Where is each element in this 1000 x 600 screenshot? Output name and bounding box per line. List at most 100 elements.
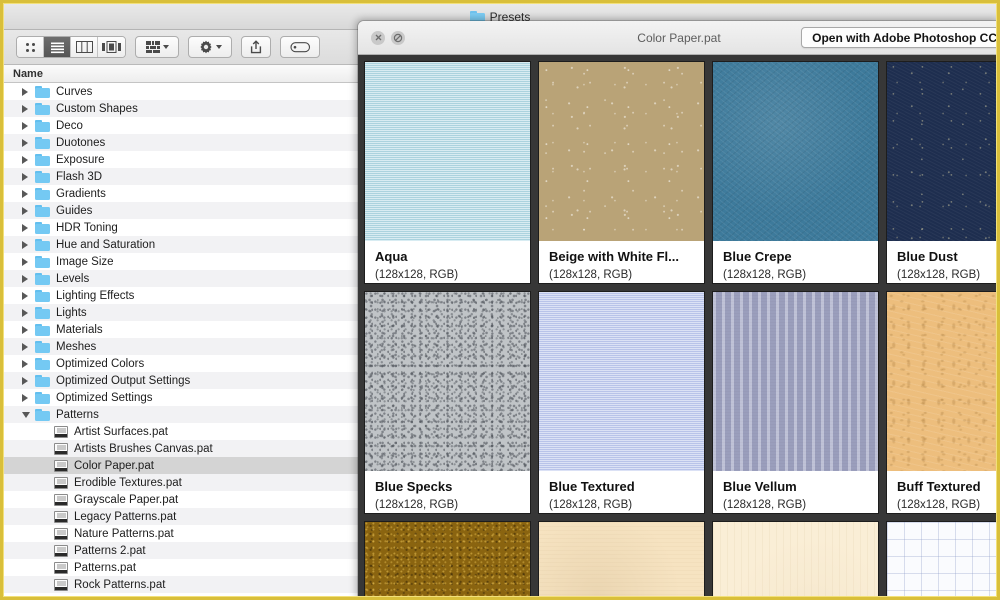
disclosure-triangle-closed[interactable] — [22, 190, 35, 198]
close-circle-icon[interactable] — [371, 31, 385, 45]
chevron-right-icon — [22, 156, 28, 164]
pattern-swatch — [713, 522, 878, 600]
disclosure-triangle-closed[interactable] — [22, 105, 35, 113]
pattern-dimensions: (128x128, RGB) — [375, 499, 520, 511]
coverflow-view-button[interactable] — [98, 37, 125, 57]
icon-view-button[interactable] — [17, 37, 44, 57]
folder-icon — [35, 273, 50, 285]
quicklook-header: Color Paper.pat Open with Adobe Photosho… — [358, 21, 1000, 55]
row-label: Image Size — [56, 256, 114, 268]
chevron-right-icon — [22, 343, 28, 351]
pattern-tile[interactable] — [538, 521, 705, 600]
share-button[interactable] — [241, 36, 271, 58]
share-icon — [250, 40, 262, 54]
pattern-tile[interactable]: Aqua(128x128, RGB) — [364, 61, 531, 284]
disclosure-triangle-closed[interactable] — [22, 394, 35, 402]
row-label: Artists Brushes Canvas.pat — [74, 443, 213, 455]
fullscreen-circle-icon[interactable] — [391, 31, 405, 45]
screenshot-root: Presets — [0, 0, 1000, 600]
pattern-meta: Buff Textured(128x128, RGB) — [887, 471, 1000, 513]
folder-icon — [35, 239, 50, 251]
chevron-right-icon — [22, 139, 28, 147]
list-icon — [50, 41, 65, 54]
pattern-swatch — [713, 62, 878, 241]
disclosure-triangle-closed[interactable] — [22, 224, 35, 232]
row-label: Erodible Textures.pat — [74, 477, 182, 489]
pattern-meta: Blue Specks(128x128, RGB) — [365, 471, 530, 513]
row-label: Optimized Settings — [56, 392, 153, 404]
pattern-name: Blue Vellum — [723, 479, 868, 494]
action-menu-button[interactable] — [188, 36, 232, 58]
pattern-tile[interactable] — [886, 521, 1000, 600]
arrange-button[interactable] — [135, 36, 179, 58]
pattern-tile[interactable]: Blue Textured(128x128, RGB) — [538, 291, 705, 514]
disclosure-triangle-closed[interactable] — [22, 156, 35, 164]
chevron-right-icon — [22, 207, 28, 215]
pattern-tile[interactable]: Blue Vellum(128x128, RGB) — [712, 291, 879, 514]
row-label: Levels — [56, 273, 89, 285]
row-label: Patterns — [56, 409, 99, 421]
pat-file-icon — [54, 596, 68, 597]
disclosure-triangle-closed[interactable] — [22, 275, 35, 283]
disclosure-triangle-closed[interactable] — [22, 139, 35, 147]
disclosure-triangle-closed[interactable] — [22, 309, 35, 317]
pattern-tile[interactable]: Beige with White Fl...(128x128, RGB) — [538, 61, 705, 284]
chevron-right-icon — [22, 122, 28, 130]
disclosure-triangle-closed[interactable] — [22, 207, 35, 215]
row-label: Flash 3D — [56, 171, 102, 183]
column-view-button[interactable] — [71, 37, 98, 57]
folder-icon — [35, 307, 50, 319]
pat-file-icon — [54, 477, 68, 489]
disclosure-triangle-closed[interactable] — [22, 122, 35, 130]
row-label: Lights — [56, 307, 87, 319]
disclosure-triangle-open[interactable] — [22, 412, 35, 418]
pattern-meta: Aqua(128x128, RGB) — [365, 241, 530, 283]
open-with-photoshop-button[interactable]: Open with Adobe Photoshop CC — [801, 27, 1000, 48]
row-label: Color Paper.pat — [74, 460, 154, 472]
pattern-tile[interactable]: Blue Specks(128x128, RGB) — [364, 291, 531, 514]
folder-icon — [35, 375, 50, 387]
pattern-tile[interactable] — [712, 521, 879, 600]
pattern-meta: Blue Crepe(128x128, RGB) — [713, 241, 878, 283]
disclosure-triangle-closed[interactable] — [22, 377, 35, 385]
chevron-right-icon — [22, 326, 28, 334]
pattern-tile[interactable]: Blue Dust(128x128, RGB) — [886, 61, 1000, 284]
folder-icon — [35, 290, 50, 302]
arrange-icon — [146, 41, 160, 53]
coverflow-icon — [102, 41, 121, 53]
chevron-right-icon — [22, 105, 28, 113]
folder-icon — [35, 358, 50, 370]
pattern-name: Beige with White Fl... — [549, 249, 694, 264]
pattern-swatch — [365, 292, 530, 471]
list-view-button[interactable] — [44, 37, 71, 57]
chevron-right-icon — [22, 258, 28, 266]
disclosure-triangle-closed[interactable] — [22, 88, 35, 96]
pattern-tile[interactable]: Buff Textured(128x128, RGB) — [886, 291, 1000, 514]
chevron-right-icon — [22, 394, 28, 402]
disclosure-triangle-closed[interactable] — [22, 326, 35, 334]
disclosure-triangle-closed[interactable] — [22, 292, 35, 300]
pattern-meta: Blue Vellum(128x128, RGB) — [713, 471, 878, 513]
pattern-tile[interactable]: Blue Crepe(128x128, RGB) — [712, 61, 879, 284]
folder-icon — [35, 341, 50, 353]
tag-button[interactable] — [280, 36, 320, 58]
row-label: Meshes — [56, 341, 96, 353]
disclosure-triangle-closed[interactable] — [22, 343, 35, 351]
pat-file-icon — [54, 528, 68, 540]
disclosure-triangle-closed[interactable] — [22, 360, 35, 368]
disclosure-triangle-closed[interactable] — [22, 173, 35, 181]
pattern-meta: Blue Dust(128x128, RGB) — [887, 241, 1000, 283]
folder-icon — [35, 392, 50, 404]
pattern-dimensions: (128x128, RGB) — [549, 499, 694, 511]
view-mode-group — [16, 36, 126, 58]
folder-icon — [35, 137, 50, 149]
disclosure-triangle-closed[interactable] — [22, 258, 35, 266]
pattern-swatch — [887, 62, 1000, 241]
row-label: Optimized Output Settings — [56, 375, 190, 387]
row-label: Gradients — [56, 188, 106, 200]
chevron-down-icon — [163, 45, 169, 49]
row-label: Patterns 2.pat — [74, 545, 146, 557]
row-label: Optimized Colors — [56, 358, 144, 370]
disclosure-triangle-closed[interactable] — [22, 241, 35, 249]
pattern-tile[interactable] — [364, 521, 531, 600]
